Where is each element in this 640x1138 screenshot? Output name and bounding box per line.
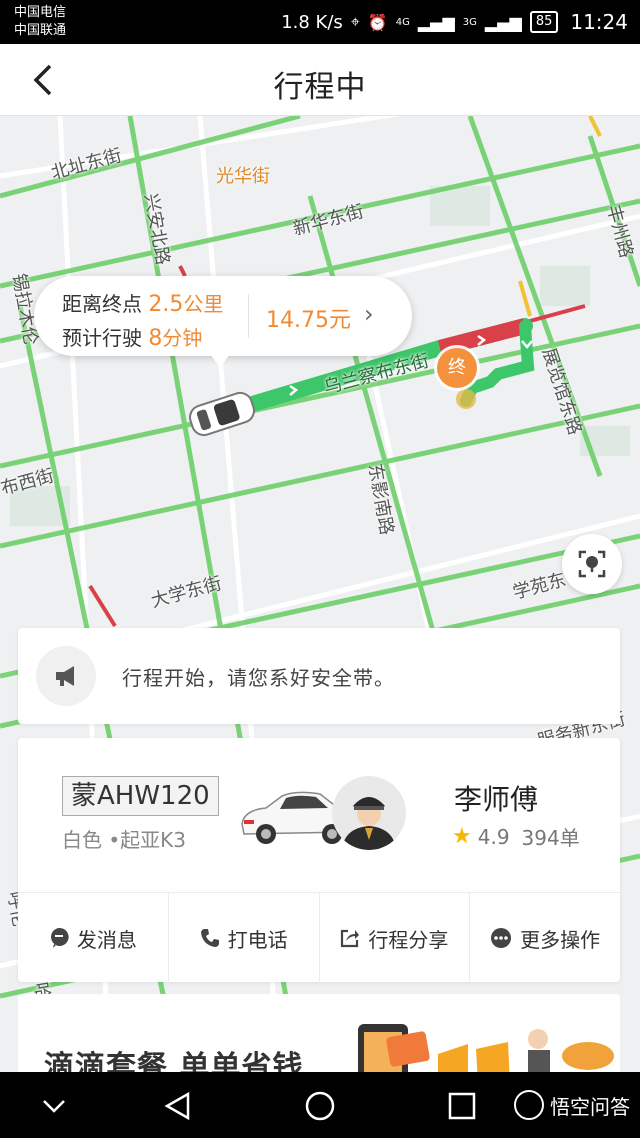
order-count: 394单 bbox=[521, 826, 580, 850]
status-bar: 中国电信 中国联通 1.8 K/s ⌖ ⏰ 4G ▂▄▆ 3G ▂▄▆ 85 1… bbox=[0, 0, 640, 44]
notice-text: 行程开始，请您系好安全带。 bbox=[122, 666, 395, 690]
carrier-labels: 中国电信 中国联通 bbox=[14, 4, 66, 40]
eta-unit: 分钟 bbox=[162, 326, 203, 350]
watermark: 悟空问答 bbox=[514, 1090, 630, 1120]
carrier-2: 中国联通 bbox=[14, 23, 67, 38]
driver-card: 蒙AHW120 白色 •起亚K3 李师傅 ★ 4.9 394单 发消息 打电话 … bbox=[18, 738, 620, 983]
chevron-down-icon bbox=[43, 1100, 65, 1113]
destination-marker[interactable]: 终 bbox=[437, 348, 477, 388]
locate-button[interactable] bbox=[562, 534, 622, 594]
call-button[interactable]: 打电话 bbox=[169, 893, 320, 983]
watermark-text: 悟空问答 bbox=[550, 1094, 630, 1119]
promo-illustration bbox=[358, 1024, 614, 1084]
trip-info-bubble[interactable]: 距离终点 2.5公里 预计行驶 8分钟 14.75元 › bbox=[34, 276, 412, 356]
promo-banner[interactable]: 滴滴套餐 单单省钱 bbox=[18, 994, 620, 1084]
share-label: 行程分享 bbox=[368, 927, 449, 952]
star-icon: ★ bbox=[452, 824, 472, 849]
system-nav-bar: 悟空问答 bbox=[0, 1072, 640, 1138]
circle-home-icon bbox=[305, 1091, 335, 1121]
distance-unit: 公里 bbox=[183, 292, 224, 316]
page-title: 行程中 bbox=[273, 70, 367, 105]
driver-name: 李师傅 bbox=[454, 783, 539, 816]
header: 行程中 bbox=[0, 44, 640, 116]
message-icon bbox=[50, 927, 69, 948]
safety-notice: 行程开始，请您系好安全带。 bbox=[18, 628, 620, 724]
carrier-1: 中国电信 bbox=[14, 5, 67, 20]
message-button[interactable]: 发消息 bbox=[18, 893, 169, 983]
bubble-divider bbox=[248, 294, 249, 338]
nav-back-button[interactable] bbox=[158, 1086, 198, 1126]
distance-value: 2.5 bbox=[148, 292, 184, 317]
status-indicators: 1.8 K/s ⌖ ⏰ 4G ▂▄▆ 3G ▂▄▆ 85 11:24 bbox=[281, 0, 628, 44]
share-icon bbox=[341, 929, 360, 948]
nav-home-button[interactable] bbox=[300, 1086, 340, 1126]
share-trip-button[interactable]: 行程分享 bbox=[320, 893, 471, 983]
network-type-2: 3G bbox=[462, 16, 477, 28]
alarm-icon: ⏰ bbox=[367, 12, 388, 32]
megaphone-icon bbox=[36, 646, 96, 706]
driver-avatar[interactable] bbox=[332, 776, 406, 850]
action-bar: 发消息 打电话 行程分享 更多操作 bbox=[18, 892, 620, 983]
car-description: 白色 •起亚K3 bbox=[62, 828, 186, 852]
license-plate: 蒙AHW120 bbox=[62, 776, 219, 816]
phone-icon bbox=[200, 929, 219, 947]
hide-nav-button[interactable] bbox=[34, 1086, 74, 1126]
more-label: 更多操作 bbox=[520, 927, 601, 952]
eta-label: 预计行驶 bbox=[62, 326, 142, 350]
network-speed: 1.8 K/s bbox=[281, 11, 343, 33]
clock: 11:24 bbox=[570, 10, 628, 34]
square-recents-icon bbox=[448, 1092, 476, 1120]
eta-row: 预计行驶 8分钟 bbox=[62, 322, 202, 351]
more-icon bbox=[491, 928, 512, 948]
location-icon: ⌖ bbox=[350, 12, 360, 31]
signal-icon-1: ▂▄▆ bbox=[417, 12, 455, 32]
distance-row: 距离终点 2.5公里 bbox=[62, 288, 223, 317]
wukong-logo-icon bbox=[514, 1090, 544, 1120]
bubble-tail bbox=[210, 354, 230, 368]
chevron-right-icon[interactable]: › bbox=[364, 300, 374, 328]
nav-recents-button[interactable] bbox=[442, 1086, 482, 1126]
eta-value: 8 bbox=[148, 326, 163, 351]
fare-amount[interactable]: 14.75元 bbox=[266, 302, 351, 334]
triangle-back-icon bbox=[164, 1091, 190, 1121]
signal-icon-2: ▂▄▆ bbox=[484, 12, 522, 32]
locate-icon bbox=[578, 550, 606, 578]
network-type-1: 4G bbox=[395, 16, 410, 28]
more-actions-button[interactable]: 更多操作 bbox=[470, 893, 620, 983]
message-label: 发消息 bbox=[76, 927, 137, 952]
rating-value: 4.9 bbox=[477, 824, 510, 849]
battery-icon: 85 bbox=[529, 11, 559, 33]
street-label: 光华街 bbox=[216, 166, 270, 187]
call-label: 打电话 bbox=[227, 927, 288, 952]
distance-label: 距离终点 bbox=[62, 292, 142, 316]
driver-rating: ★ 4.9 394单 bbox=[452, 822, 580, 851]
